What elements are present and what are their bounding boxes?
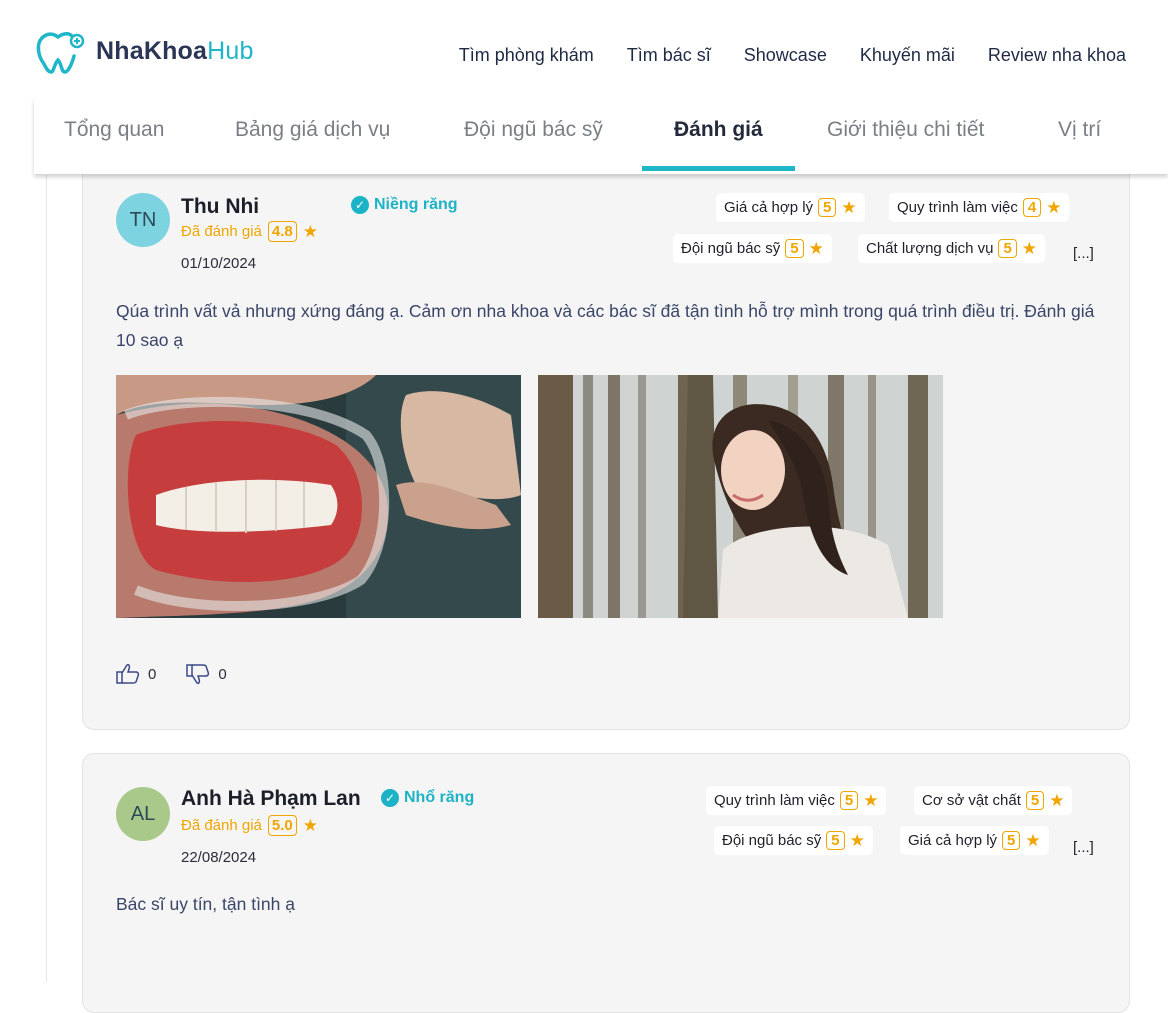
star-icon: ★ [302, 815, 319, 835]
tab-doctors[interactable]: Đội ngũ bác sỹ [464, 118, 603, 142]
site-header: NhaKhoaHub Tìm phòng khám Tìm bác sĩ Sho… [0, 0, 1168, 95]
criterion-score: 5 [826, 831, 845, 850]
criterion-score: 5 [1002, 831, 1021, 850]
avatar: AL [116, 787, 170, 841]
rating-score: 4.8 [267, 221, 297, 242]
more-criteria-button[interactable]: [...] [1073, 245, 1094, 262]
service-tag[interactable]: ✓ Niềng răng [351, 196, 458, 214]
service-label: Nhổ răng [404, 789, 475, 806]
criterion-score: 5 [818, 198, 837, 217]
service-label: Niềng răng [374, 196, 458, 213]
star-icon: ★ [841, 197, 857, 217]
criterion-score: 5 [998, 239, 1017, 258]
nav-dental-review[interactable]: Review nha khoa [988, 45, 1126, 66]
star-icon: ★ [1025, 830, 1041, 850]
criterion-score: 4 [1022, 198, 1042, 217]
active-tab-indicator [642, 166, 795, 171]
nav-find-doctor[interactable]: Tìm bác sĩ [627, 45, 711, 66]
tab-details[interactable]: Giới thiệu chi tiết [827, 118, 984, 142]
criterion-badge: Quy trình làm việc 5 ★ [706, 786, 887, 815]
criterion-badge: Đội ngũ bác sỹ 5 ★ [714, 826, 873, 855]
tab-overview[interactable]: Tổng quan [64, 118, 164, 142]
avatar: TN [116, 193, 170, 247]
criterion-label: Cơ sở vật chất [922, 792, 1021, 809]
star-icon: ★ [1049, 790, 1065, 810]
criterion-label: Quy trình làm việc [714, 792, 835, 809]
criterion-label: Chất lượng dịch vụ [866, 240, 994, 257]
tab-location[interactable]: Vị trí [1058, 118, 1101, 142]
criterion-badge: Giá cả hợp lý 5 ★ [900, 826, 1049, 855]
star-icon: ★ [302, 221, 319, 241]
star-icon: ★ [808, 238, 824, 258]
like-count: 0 [148, 665, 157, 683]
reviewer-name: Thu Nhi [181, 195, 260, 218]
site-logo[interactable]: NhaKhoaHub [34, 28, 254, 74]
criterion-label: Quy trình làm việc [897, 199, 1018, 216]
nav-showcase[interactable]: Showcase [744, 45, 827, 66]
criterion-score: 5 [839, 791, 859, 810]
criterion-badge: Quy trình làm việc 4 ★ [889, 193, 1070, 222]
review-comment: Qúa trình vất vả nhưng xứng đáng ạ. Cảm … [116, 301, 1095, 350]
star-icon: ★ [849, 830, 865, 850]
review-photo-portrait[interactable] [538, 375, 943, 618]
tab-reviews[interactable]: Đánh giá [674, 118, 763, 142]
review-photo-teeth[interactable] [116, 375, 521, 618]
thumbs-up-icon [116, 664, 140, 684]
dislike-count: 0 [218, 665, 227, 683]
criterion-label: Đội ngũ bác sỹ [722, 832, 822, 849]
service-tag[interactable]: ✓ Nhổ răng [381, 789, 474, 807]
thumbs-down-icon [186, 664, 210, 684]
reviewer-name: Anh Hà Phạm Lan [181, 787, 361, 810]
star-icon: ★ [1021, 238, 1038, 258]
star-icon: ★ [863, 790, 879, 810]
criterion-badge: Chất lượng dịch vụ 5 ★ [858, 234, 1046, 263]
section-tabs: Tổng quan Bảng giá dịch vụ Đội ngũ bác s… [34, 98, 1168, 174]
rated-label: Đã đánh giá [181, 817, 262, 834]
review-card: TN Thu Nhi Đã đánh giá 4.8 ★ 01/10/2024 … [82, 155, 1130, 730]
logo-wordmark: NhaKhoaHub [96, 36, 254, 65]
criterion-score: 5 [785, 239, 804, 258]
criterion-label: Giá cả hợp lý [908, 832, 998, 849]
rated-label: Đã đánh giá [181, 223, 262, 240]
review-comment: Bác sĩ uy tín, tận tình ạ [116, 894, 295, 914]
tab-price-list[interactable]: Bảng giá dịch vụ [235, 118, 390, 142]
like-button[interactable]: 0 [116, 663, 156, 685]
criterion-badge: Đội ngũ bác sỹ 5 ★ [673, 234, 832, 263]
star-icon: ★ [1046, 197, 1062, 217]
tooth-logo-icon [36, 32, 85, 74]
criterion-score: 5 [1025, 791, 1045, 810]
criterion-label: Đội ngũ bác sỹ [681, 240, 781, 257]
criterion-label: Giá cả hợp lý [724, 199, 814, 216]
rating-score: 5.0 [267, 815, 297, 836]
criterion-badge: Giá cả hợp lý 5 ★ [716, 193, 865, 222]
more-criteria-button[interactable]: [...] [1073, 839, 1094, 856]
criterion-badge: Cơ sở vật chất 5 ★ [914, 786, 1073, 815]
review-date: 22/08/2024 [181, 849, 257, 866]
dislike-button[interactable]: 0 [186, 663, 227, 685]
check-circle-icon: ✓ [381, 789, 399, 807]
review-card: AL Anh Hà Phạm Lan Đã đánh giá 5.0 ★ 22/… [82, 753, 1130, 1013]
top-navigation: Tìm phòng khám Tìm bác sĩ Showcase Khuyế… [459, 45, 1126, 66]
check-circle-icon: ✓ [351, 196, 369, 214]
nav-find-clinic[interactable]: Tìm phòng khám [459, 45, 594, 66]
overall-rating: Đã đánh giá 5.0 ★ [181, 815, 318, 836]
nav-promotions[interactable]: Khuyến mãi [860, 45, 955, 66]
reactions: 0 0 [116, 663, 257, 685]
review-date: 01/10/2024 [181, 255, 257, 272]
overall-rating: Đã đánh giá 4.8 ★ [181, 221, 318, 242]
